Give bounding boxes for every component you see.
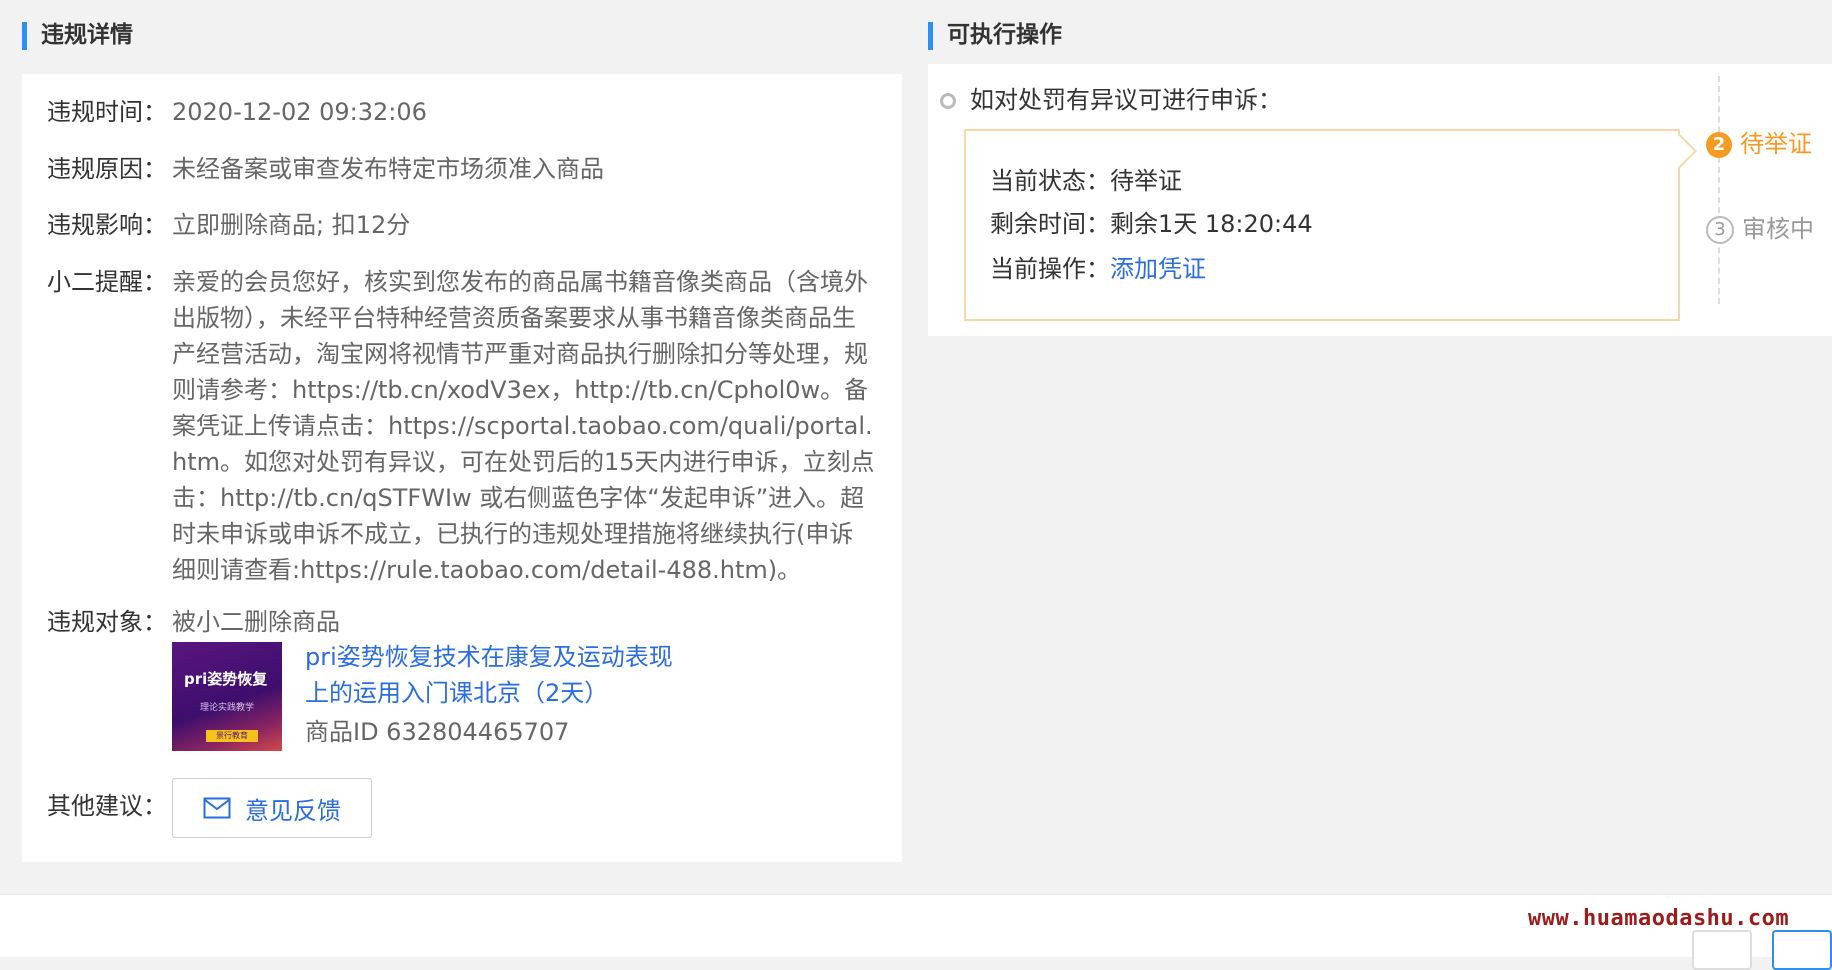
appeal-hint: 如对处罚有异议可进行申诉：	[970, 86, 1282, 114]
thumb-subtitle: 理论实践教学	[200, 703, 255, 713]
current-operation-row: 当前操作：添加凭证	[990, 251, 1206, 287]
watermark: www.huamaodashu.com	[1528, 906, 1790, 931]
reminder-text: 亲爱的会员您好，核实到您发布的商品属书籍音像类商品（含境外出版物），未经平台特种…	[172, 268, 875, 584]
current-status-row: 当前状态：待举证	[990, 163, 1182, 199]
thumb-badge: 景行教育	[206, 730, 258, 742]
product-name-link[interactable]: pri姿势恢复技术在康复及运动表现上的运用入门课北京（2天）	[305, 639, 685, 711]
violation-time-value: 2020-12-02 09:32:06	[172, 98, 427, 126]
add-evidence-link[interactable]: 添加凭证	[1110, 255, 1206, 283]
bullet-icon	[940, 93, 956, 109]
thumb-title: pri姿势恢复	[184, 670, 268, 688]
suggestion-label: 其他建议：	[47, 792, 167, 820]
step-number-3: 3	[1706, 216, 1734, 244]
violation-details-panel: 违规时间： 2020-12-02 09:32:06 违规原因： 未经备案或审查发…	[22, 74, 902, 862]
remaining-time-value: 剩余1天 18:20:44	[1110, 210, 1313, 238]
feedback-button[interactable]: 意见反馈	[172, 778, 372, 838]
violation-impact-value: 立即删除商品; 扣12分	[172, 211, 411, 239]
timeline-line	[1718, 76, 1720, 304]
remaining-time-row: 剩余时间：剩余1天 18:20:44	[990, 206, 1313, 242]
pointer-arrow-icon	[1663, 134, 1697, 168]
violation-object-label: 违规对象：	[47, 608, 167, 636]
feedback-button-label: 意见反馈	[245, 796, 341, 825]
mail-icon	[203, 797, 231, 819]
step-pending-evidence: 2 待举证	[1706, 129, 1812, 159]
step-number-2: 2	[1706, 132, 1732, 158]
product-thumbnail[interactable]: pri姿势恢复 理论实践教学 景行教育	[172, 642, 282, 751]
current-status-label: 当前状态：	[990, 167, 1110, 195]
violation-object-value: 被小二删除商品	[172, 608, 340, 636]
step-under-review: 3 审核中	[1706, 214, 1814, 244]
status-box: 当前状态：待举证 剩余时间：剩余1天 18:20:44 当前操作：添加凭证	[964, 129, 1697, 321]
violation-impact-label: 违规影响：	[47, 211, 167, 239]
nav-next-button[interactable]	[1772, 930, 1832, 970]
reminder-label: 小二提醒：	[47, 268, 167, 296]
actions-panel: 如对处罚有异议可进行申诉： 当前状态：待举证 剩余时间：剩余1天 18:20:4…	[928, 64, 1832, 336]
current-operation-label: 当前操作：	[990, 255, 1110, 283]
section-title-violation-details: 违规详情	[22, 20, 133, 50]
remaining-time-label: 剩余时间：	[990, 210, 1110, 238]
product-id: 商品ID 632804465707	[305, 718, 570, 746]
step-label-under-review: 审核中	[1742, 215, 1814, 243]
violation-time-label: 违规时间：	[47, 98, 167, 126]
nav-prev-button[interactable]	[1692, 930, 1752, 970]
step-label-pending-evidence: 待举证	[1740, 130, 1812, 158]
violation-reason-label: 违规原因：	[47, 155, 167, 183]
section-title-actions: 可执行操作	[928, 20, 1062, 50]
violation-reason-value: 未经备案或审查发布特定市场须准入商品	[172, 155, 604, 183]
current-status-value: 待举证	[1110, 167, 1182, 195]
